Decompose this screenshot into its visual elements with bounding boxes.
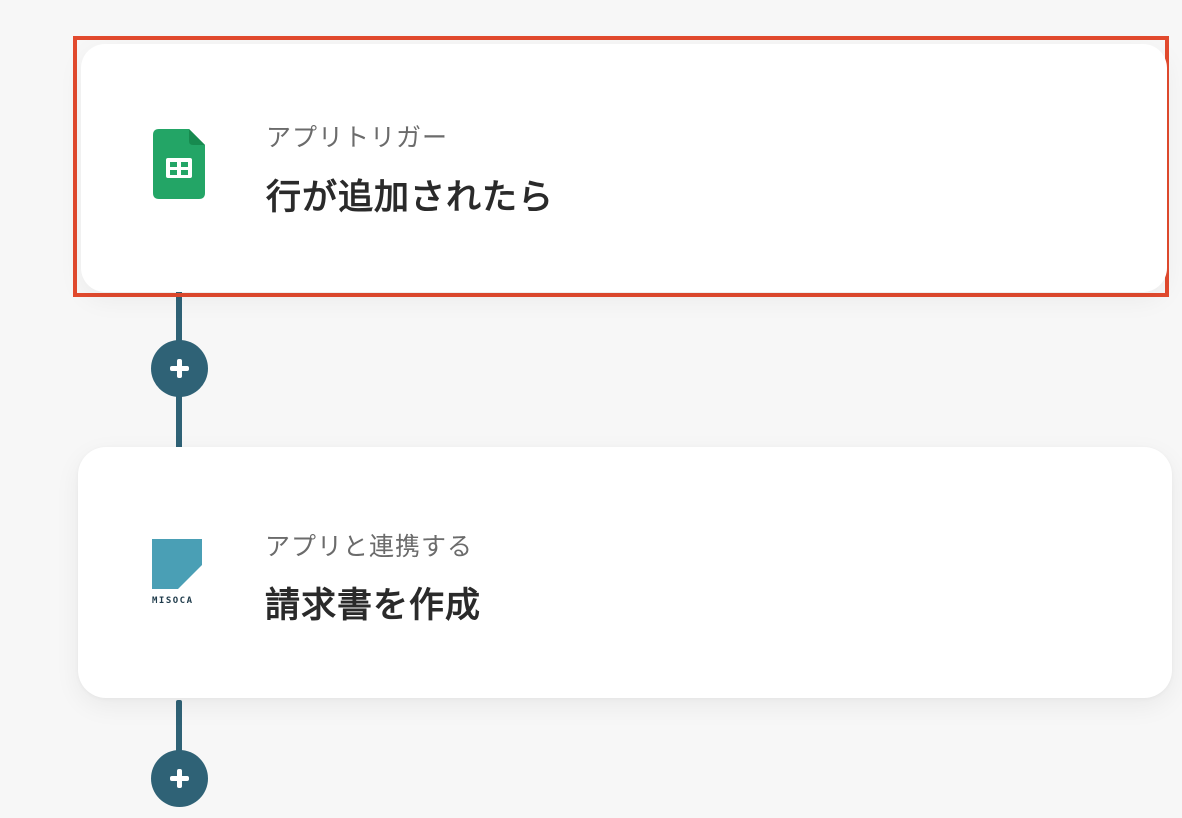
step-title: 行が追加されたら	[266, 178, 555, 218]
add-step-button[interactable]	[151, 340, 208, 397]
action-step-card[interactable]: MISOCA アプリと連携する 請求書を作成	[78, 447, 1172, 698]
trigger-step-card-body	[81, 44, 1167, 292]
plus-icon	[170, 359, 189, 378]
step-subtitle: アプリと連携する	[265, 532, 474, 561]
misoca-icon	[152, 539, 202, 589]
step-subtitle: アプリトリガー	[266, 123, 449, 152]
add-step-button[interactable]	[151, 750, 208, 807]
trigger-step-card[interactable]: アプリトリガー 行が追加されたら	[73, 36, 1169, 297]
plus-icon	[170, 769, 189, 788]
misoca-logo-text: MISOCA	[152, 596, 194, 606]
step-title: 請求書を作成	[265, 586, 482, 626]
flow-connector-line	[176, 700, 182, 755]
flow-connector-line	[176, 390, 182, 450]
google-sheets-icon	[153, 129, 205, 199]
